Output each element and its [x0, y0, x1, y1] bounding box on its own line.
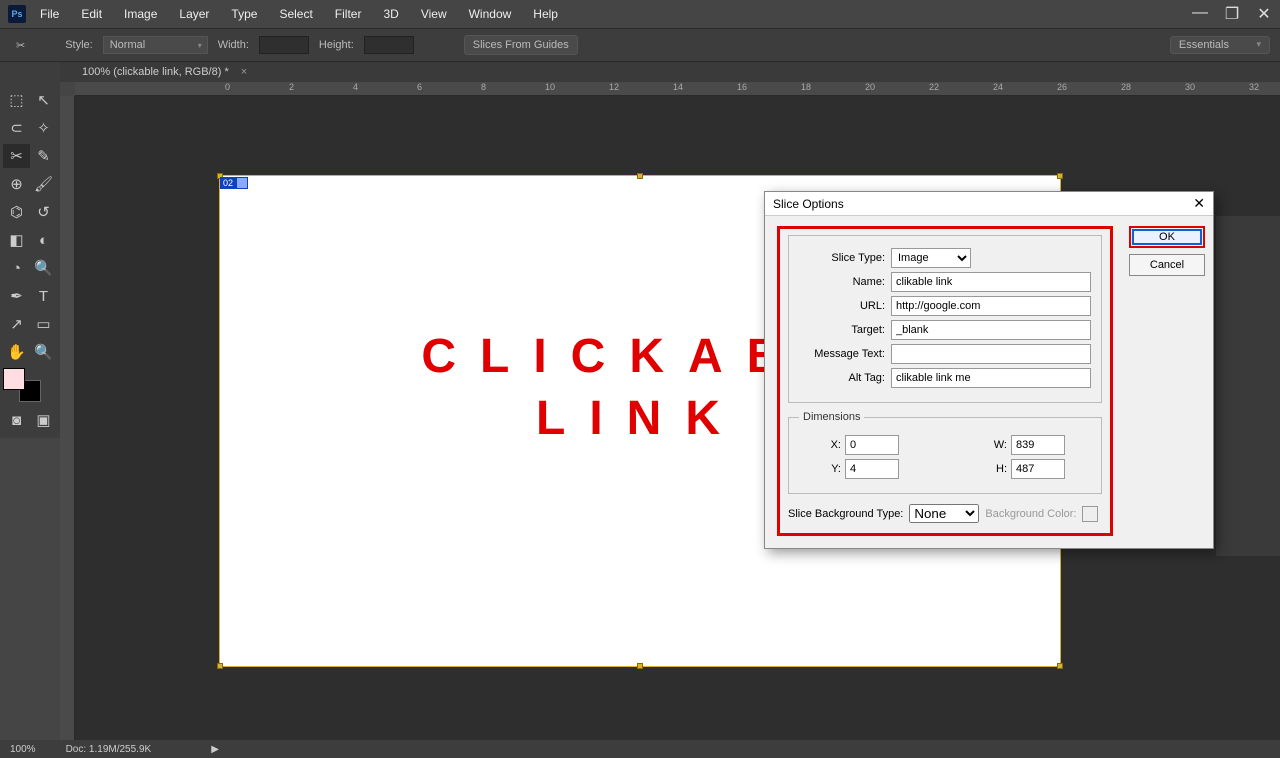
- height-field[interactable]: [364, 36, 414, 54]
- blur-tool-icon[interactable]: ◔: [3, 256, 30, 280]
- zoom-tool-icon[interactable]: 🔍: [30, 340, 57, 364]
- message-input[interactable]: [891, 344, 1091, 364]
- style-select[interactable]: Normal: [103, 36, 208, 54]
- name-input[interactable]: [891, 272, 1091, 292]
- dodge-tool-icon[interactable]: 🔍: [30, 256, 57, 280]
- brush-tool-icon[interactable]: 🖌: [30, 172, 57, 196]
- crop-tool-icon[interactable]: ✂: [3, 144, 30, 168]
- history-brush-icon[interactable]: ↺: [30, 200, 57, 224]
- slice-tool-icon[interactable]: ✂: [16, 39, 25, 52]
- dialog-title: Slice Options: [773, 197, 844, 211]
- stamp-tool-icon[interactable]: ⌬: [3, 200, 30, 224]
- options-bar: ✂ Style: Normal Width: Height: Slices Fr…: [0, 28, 1280, 62]
- dialog-close-icon[interactable]: ✕: [1193, 195, 1205, 212]
- path-tool-icon[interactable]: ↗: [3, 312, 30, 336]
- doc-size[interactable]: Doc: 1.19M/255.9K: [66, 744, 152, 755]
- dialog-titlebar[interactable]: Slice Options ✕: [765, 192, 1213, 216]
- status-arrow-icon[interactable]: ▶: [211, 744, 219, 755]
- width-field[interactable]: [259, 36, 309, 54]
- ok-button[interactable]: OK: [1129, 226, 1205, 248]
- horizontal-ruler: 0 2 4 6 8 10 12 14 16 18 20 22 24 26 28 …: [75, 82, 1280, 96]
- message-label: Message Text:: [799, 348, 885, 360]
- bg-color-swatch[interactable]: [1082, 506, 1098, 522]
- hand-tool-icon[interactable]: ✋: [3, 340, 30, 364]
- menu-edit[interactable]: Edit: [81, 7, 102, 21]
- slice-type-label: Slice Type:: [799, 252, 885, 264]
- screenmode-icon[interactable]: ▣: [30, 408, 57, 432]
- eyedropper-tool-icon[interactable]: ✎: [30, 144, 57, 168]
- status-bar: 100% Doc: 1.19M/255.9K ▶: [0, 740, 1280, 758]
- tool-palette: ⬚ ↖ ⊂ ✧ ✂ ✎ ⊕ 🖌 ⌬ ↺ ◧ ◐ ◔ 🔍 ✒ T ↗ ▭ ✋ 🔍 …: [0, 62, 60, 438]
- workspace-select[interactable]: Essentials: [1170, 36, 1270, 54]
- bg-type-select[interactable]: None: [909, 504, 979, 523]
- slice-number: 02: [220, 177, 236, 189]
- menu-type[interactable]: Type: [231, 7, 257, 21]
- document-tab-bar: 100% (clickable link, RGB/8) * ×: [0, 62, 1280, 82]
- pen-tool-icon[interactable]: ✒: [3, 284, 30, 308]
- slice-badge: 02: [220, 176, 248, 190]
- w-input[interactable]: [1011, 435, 1065, 455]
- shape-tool-icon[interactable]: ▭: [30, 312, 57, 336]
- h-input[interactable]: [1011, 459, 1065, 479]
- foreground-color-swatch[interactable]: [3, 368, 25, 390]
- zoom-level[interactable]: 100%: [10, 744, 36, 755]
- menu-file[interactable]: File: [40, 7, 59, 21]
- vertical-ruler: [60, 96, 75, 740]
- window-controls: — ❐ ✕: [1192, 4, 1272, 24]
- menu-window[interactable]: Window: [469, 7, 512, 21]
- maximize-icon[interactable]: ❐: [1224, 4, 1240, 24]
- name-label: Name:: [799, 276, 885, 288]
- right-panel-dock: [1216, 216, 1280, 556]
- healing-tool-icon[interactable]: ⊕: [3, 172, 30, 196]
- alt-input[interactable]: [891, 368, 1091, 388]
- target-input[interactable]: [891, 320, 1091, 340]
- gradient-tool-icon[interactable]: ◐: [30, 228, 57, 252]
- url-label: URL:: [799, 300, 885, 312]
- bg-color-label: Background Color:: [985, 508, 1076, 520]
- width-label: Width:: [218, 39, 249, 51]
- slice-options-dialog: Slice Options ✕ OK Cancel Slice Type: Im…: [764, 191, 1214, 549]
- x-input[interactable]: [845, 435, 899, 455]
- menu-layer[interactable]: Layer: [179, 7, 209, 21]
- eraser-tool-icon[interactable]: ◧: [3, 228, 30, 252]
- url-input[interactable]: [891, 296, 1091, 316]
- menu-bar: Ps File Edit Image Layer Type Select Fil…: [0, 0, 1280, 28]
- minimize-icon[interactable]: —: [1192, 4, 1208, 24]
- target-label: Target:: [799, 324, 885, 336]
- app-logo: Ps: [8, 5, 26, 23]
- menu-image[interactable]: Image: [124, 7, 157, 21]
- slices-from-guides-button[interactable]: Slices From Guides: [464, 35, 578, 55]
- tab-close-icon[interactable]: ×: [241, 66, 247, 78]
- document-tab[interactable]: 100% (clickable link, RGB/8) *: [74, 64, 237, 80]
- lasso-tool-icon[interactable]: ⊂: [3, 116, 30, 140]
- cancel-button[interactable]: Cancel: [1129, 254, 1205, 276]
- wand-tool-icon[interactable]: ✧: [30, 116, 57, 140]
- quickmask-icon[interactable]: ◙: [3, 408, 30, 432]
- y-input[interactable]: [845, 459, 899, 479]
- move-tool-icon[interactable]: ↖: [30, 88, 57, 112]
- menu-filter[interactable]: Filter: [335, 7, 362, 21]
- highlight-box: Slice Type: Image Name: URL: Target:: [777, 226, 1113, 536]
- type-tool-icon[interactable]: T: [30, 284, 57, 308]
- bg-type-label: Slice Background Type:: [788, 508, 903, 520]
- style-label: Style:: [65, 39, 93, 51]
- dimensions-legend: Dimensions: [799, 411, 864, 423]
- marquee-tool-icon[interactable]: ⬚: [3, 88, 30, 112]
- menu-view[interactable]: View: [421, 7, 447, 21]
- alt-label: Alt Tag:: [799, 372, 885, 384]
- menu-3d[interactable]: 3D: [383, 7, 398, 21]
- height-label: Height:: [319, 39, 354, 51]
- slice-type-select[interactable]: Image: [891, 248, 971, 268]
- menu-help[interactable]: Help: [533, 7, 558, 21]
- slice-type-icon: [236, 177, 248, 189]
- menu-select[interactable]: Select: [279, 7, 312, 21]
- close-icon[interactable]: ✕: [1256, 4, 1272, 24]
